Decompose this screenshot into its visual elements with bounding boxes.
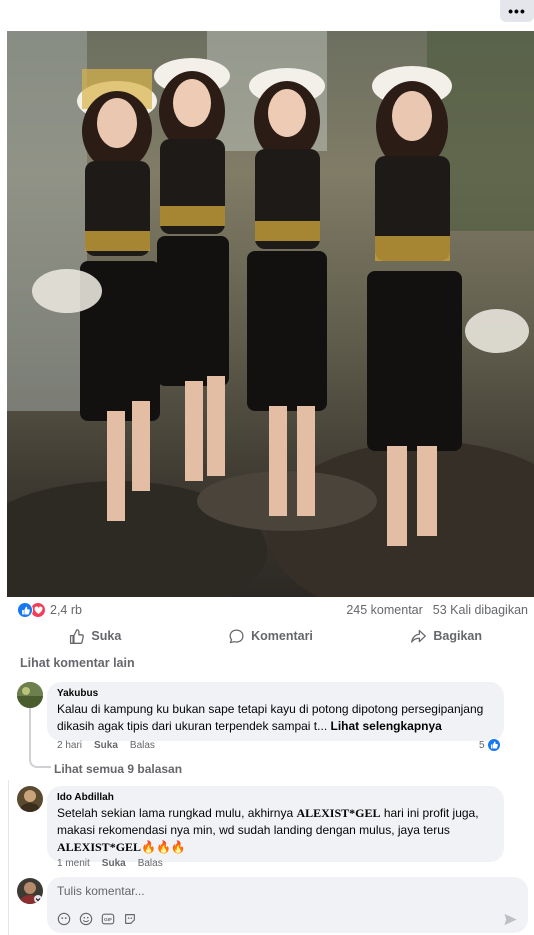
comment-author[interactable]: Ido Abdillah bbox=[57, 792, 494, 803]
avatar[interactable] bbox=[17, 786, 43, 812]
comment-brand: ALEXIST*GEL bbox=[57, 840, 142, 854]
comment-bubble: Yakubus Kalau di kampung ku bukan sape t… bbox=[47, 682, 504, 741]
comment-like-button[interactable]: Suka bbox=[102, 858, 126, 869]
comment-reaction-count[interactable]: 5 bbox=[479, 738, 501, 752]
view-more-comments-link[interactable]: Lihat komentar lain bbox=[20, 656, 135, 670]
comment-count[interactable]: 245 komentar bbox=[346, 603, 422, 617]
thumbs-up-icon bbox=[70, 628, 85, 644]
sticker-icon[interactable] bbox=[57, 912, 71, 926]
share-label: Bagikan bbox=[433, 629, 482, 643]
share-count[interactable]: 53 Kali dibagikan bbox=[433, 603, 528, 617]
comment-reply-button[interactable]: Balas bbox=[130, 740, 155, 751]
comment-like-button[interactable]: Suka bbox=[94, 740, 118, 751]
comment-meta: 1 menit Suka Balas bbox=[57, 858, 163, 869]
comment-author[interactable]: Yakubus bbox=[57, 688, 494, 699]
thread-line-curve bbox=[29, 758, 51, 768]
current-user-avatar[interactable] bbox=[17, 878, 43, 904]
comment-reaction-number: 5 bbox=[479, 739, 485, 751]
fire-emoji: 🔥🔥🔥 bbox=[141, 840, 186, 854]
gif-icon[interactable]: GIF bbox=[101, 912, 115, 926]
thread-line bbox=[29, 708, 31, 760]
like-label: Suka bbox=[91, 629, 122, 643]
comment-composer[interactable]: Tulis komentar... GIF bbox=[47, 877, 528, 933]
like-button[interactable]: Suka bbox=[7, 622, 183, 650]
comment-text: Setelah sekian lama rungkad mulu, akhirn… bbox=[57, 805, 494, 856]
comment-time[interactable]: 1 menit bbox=[57, 858, 90, 869]
send-icon[interactable] bbox=[503, 912, 518, 927]
reaction-count[interactable]: 2,4 rb bbox=[50, 603, 82, 617]
comment-label: Komentari bbox=[251, 629, 313, 643]
emoji-icon[interactable] bbox=[79, 912, 93, 926]
avatar[interactable] bbox=[17, 682, 43, 708]
svg-text:GIF: GIF bbox=[104, 917, 112, 923]
like-icon bbox=[17, 602, 33, 618]
like-icon bbox=[486, 738, 501, 752]
comment-text: Kalau di kampung ku bukan sape tetapi ka… bbox=[57, 701, 494, 735]
comment-icon bbox=[229, 628, 244, 643]
share-icon bbox=[411, 629, 427, 643]
post-photo[interactable] bbox=[7, 31, 534, 597]
post-action-bar: Suka Komentari Bagikan bbox=[7, 622, 534, 650]
see-more-link[interactable]: Lihat selengkapnya bbox=[330, 719, 441, 733]
comment-button[interactable]: Komentari bbox=[183, 622, 359, 650]
avatar-sticker-icon[interactable] bbox=[123, 912, 137, 926]
comment-reply-button[interactable]: Balas bbox=[138, 858, 163, 869]
comment-brand: ALEXIST*GEL bbox=[296, 806, 381, 820]
comment-meta: 2 hari Suka Balas bbox=[57, 740, 155, 751]
reaction-summary[interactable]: 2,4 rb bbox=[17, 602, 82, 618]
comment-body: Setelah sekian lama rungkad mulu, akhirn… bbox=[57, 806, 297, 820]
thread-line bbox=[8, 780, 9, 935]
comment-bubble: Ido Abdillah Setelah sekian lama rungkad… bbox=[47, 786, 504, 862]
share-button[interactable]: Bagikan bbox=[358, 622, 534, 650]
view-replies-link[interactable]: Lihat semua 9 balasan bbox=[54, 762, 182, 776]
comment-time[interactable]: 2 hari bbox=[57, 740, 82, 751]
comment-input[interactable]: Tulis komentar... bbox=[57, 884, 145, 898]
post-stats: 2,4 rb 245 komentar 53 Kali dibagikan bbox=[17, 600, 528, 620]
post-options-button[interactable]: ••• bbox=[500, 0, 534, 22]
